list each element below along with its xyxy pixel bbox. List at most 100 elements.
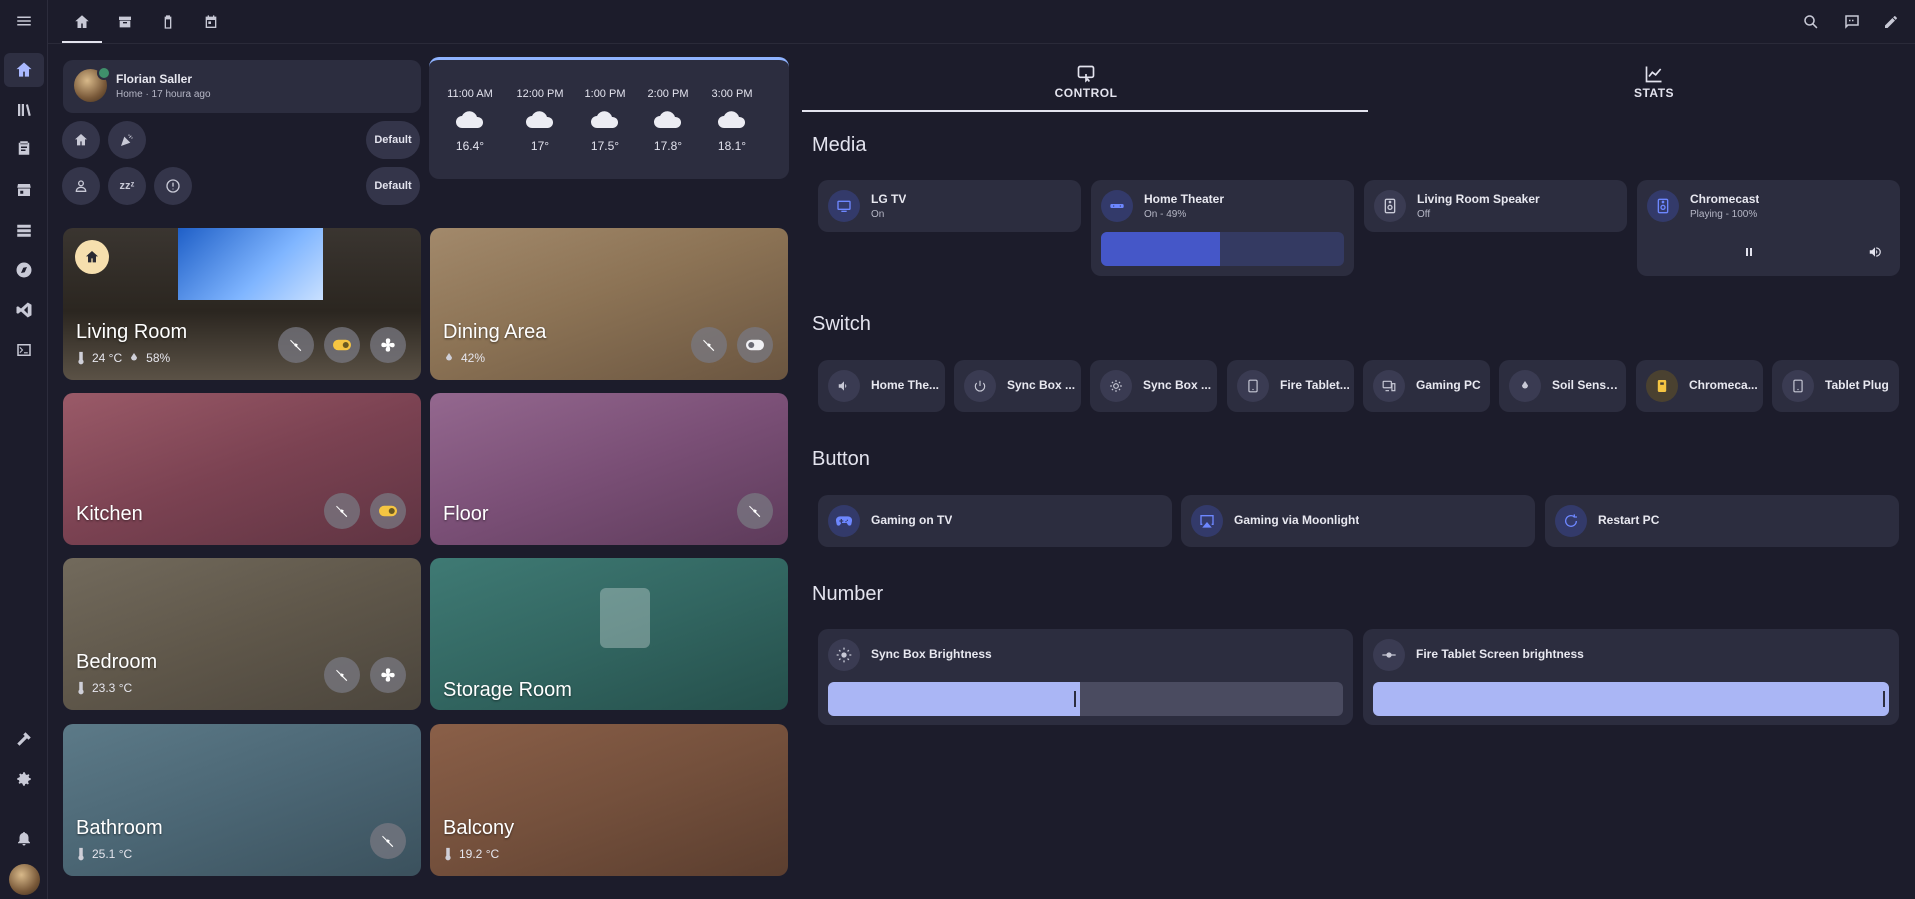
compass-icon[interactable] (12, 258, 36, 282)
forecast-temp: 17.8° (653, 139, 683, 153)
button-tile[interactable]: Restart PC (1545, 495, 1899, 547)
media-tile-lg-tv[interactable]: LG TV On (818, 180, 1081, 232)
restart-icon (1555, 505, 1587, 537)
tab-label: STATS (1633, 86, 1675, 100)
area-card-kitchen[interactable]: Kitchen (63, 393, 421, 545)
mode-select-2[interactable]: Default (366, 167, 420, 205)
brightness-slider[interactable] (1373, 682, 1889, 716)
person-card[interactable]: Florian Saller Home · 17 houra ago (63, 60, 421, 113)
slider-handle[interactable] (1074, 691, 1077, 707)
battery-tab-icon[interactable] (156, 10, 180, 34)
switch-toggle-button[interactable] (324, 327, 360, 363)
button-tile[interactable]: Gaming via Moonlight (1181, 495, 1535, 547)
tile-state: Off (1417, 209, 1431, 220)
motion-off-icon (290, 339, 302, 352)
store-icon[interactable] (12, 178, 36, 202)
forecast-hour: 1:00 PM 17.5° (575, 88, 635, 153)
library-icon[interactable] (12, 98, 36, 122)
area-card-dining-area[interactable]: Dining Area 42% (430, 228, 788, 380)
calendar-tab-icon[interactable] (199, 10, 223, 34)
fan-button[interactable] (370, 327, 406, 363)
chromecast-speaker-icon (1647, 190, 1679, 222)
switch-tile[interactable]: Soil Senso... (1499, 360, 1626, 412)
tile-title: LG TV (871, 192, 907, 206)
thermometer-icon (78, 681, 84, 695)
switch-tile[interactable]: Chromeca... (1636, 360, 1763, 412)
away-mode-button[interactable] (62, 167, 100, 205)
area-sensors: 42% (443, 351, 485, 365)
package-tab-icon[interactable] (113, 10, 137, 34)
number-tile-fire-tablet-screen-brightness[interactable]: Fire Tablet Screen brightness (1363, 629, 1899, 725)
terminal-icon[interactable] (12, 338, 36, 362)
temperature-value: 24 °C (92, 351, 123, 365)
area-card-living-room[interactable]: Living Room 24 °C 58% (63, 228, 421, 380)
area-name: Living Room (76, 321, 188, 343)
switch-toggle-button[interactable] (737, 327, 773, 363)
sleep-mode-button[interactable]: zzᶻ (108, 167, 146, 205)
humidity-drop-icon (446, 353, 452, 361)
forecast-temp: 18.1° (717, 139, 747, 153)
media-tile-living-room-speaker[interactable]: Living Room Speaker Off (1364, 180, 1627, 232)
vscode-icon[interactable] (12, 298, 36, 322)
home-tab-icon[interactable] (70, 10, 94, 34)
media-tile-home-theater[interactable]: Home Theater On - 49% (1091, 180, 1354, 276)
switch-toggle-button[interactable] (370, 493, 406, 529)
button-tile[interactable]: Gaming on TV (818, 495, 1172, 547)
switch-tile[interactable]: Tablet Plug (1772, 360, 1899, 412)
settings-gear-icon[interactable] (12, 767, 36, 791)
area-card-storage-room[interactable]: Storage Room (430, 558, 788, 710)
area-card-floor[interactable]: Floor (430, 393, 788, 545)
thermometer-icon (78, 351, 84, 365)
switch-tile[interactable]: Home The... (818, 360, 945, 412)
number-tile-sync-box-brightness[interactable]: Sync Box Brightness (818, 629, 1353, 725)
motion-off-button[interactable] (324, 657, 360, 693)
party-mode-button[interactable] (108, 121, 146, 159)
tab-stats[interactable]: STATS (1370, 56, 1915, 112)
area-name: Kitchen (76, 503, 143, 525)
edit-pencil-icon[interactable] (1879, 10, 1903, 34)
notifications-bell-icon[interactable] (12, 826, 36, 850)
water-drop-icon (1509, 370, 1541, 402)
area-card-bedroom[interactable]: Bedroom 23.3 °C (63, 558, 421, 710)
slider-handle[interactable] (1883, 691, 1885, 707)
search-icon[interactable] (1799, 10, 1823, 34)
switch-tile[interactable]: Gaming PC (1363, 360, 1490, 412)
alert-mode-button[interactable] (154, 167, 192, 205)
mode-select-1[interactable]: Default (366, 121, 420, 159)
media-tile-chromecast[interactable]: Chromecast Playing - 100% (1637, 180, 1900, 276)
tile-title: Living Room Speaker (1417, 192, 1540, 206)
switch-tile[interactable]: Sync Box ... (1090, 360, 1217, 412)
home-dashboard-icon[interactable] (12, 58, 36, 82)
menu-icon[interactable] (12, 9, 36, 33)
home-mode-button[interactable] (62, 121, 100, 159)
motion-off-button[interactable] (278, 327, 314, 363)
hammer-icon[interactable] (12, 727, 36, 751)
volume-icon[interactable] (1863, 240, 1887, 264)
volume-slider[interactable] (1101, 232, 1344, 266)
pause-icon[interactable] (1737, 240, 1761, 264)
switch-tile[interactable]: Sync Box ... (954, 360, 1081, 412)
area-card-bathroom[interactable]: Bathroom 25.1 °C (63, 724, 421, 876)
motion-off-button[interactable] (691, 327, 727, 363)
motion-off-button[interactable] (737, 493, 773, 529)
switch-tile[interactable]: Fire Tablet... (1227, 360, 1354, 412)
fan-button[interactable] (370, 657, 406, 693)
area-sensors: 25.1 °C (76, 847, 132, 861)
assist-chat-icon[interactable] (1840, 10, 1864, 34)
forecast-time: 12:00 PM (516, 88, 564, 100)
motion-off-button[interactable] (324, 493, 360, 529)
motion-off-button[interactable] (370, 823, 406, 859)
section-title-number: Number (812, 583, 884, 605)
area-card-balcony[interactable]: Balcony 19.2 °C (430, 724, 788, 876)
motion-off-icon (336, 505, 348, 518)
clipboard-icon[interactable] (12, 136, 36, 160)
user-avatar[interactable] (9, 864, 40, 895)
weather-forecast-card[interactable]: 11:00 AM 16.4° 12:00 PM 17° 1:00 PM 17.5… (429, 57, 789, 179)
cloudy-icon (591, 111, 619, 128)
area-name: Dining Area (443, 321, 547, 343)
tab-control[interactable]: CONTROL (802, 56, 1370, 112)
active-tab-indicator (802, 110, 1368, 112)
slider-fill (828, 682, 1081, 716)
brightness-slider[interactable] (828, 682, 1343, 716)
server-icon[interactable] (12, 218, 36, 242)
